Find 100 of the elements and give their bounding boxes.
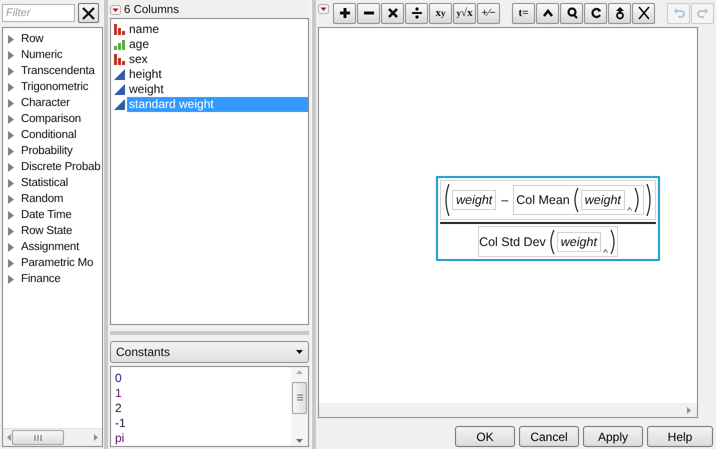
vertical-scrollbar[interactable] xyxy=(291,367,308,446)
scroll-thumb[interactable] xyxy=(292,382,308,414)
nominal-icon xyxy=(114,54,125,65)
expand-icon[interactable] xyxy=(8,242,14,252)
toolbar-button[interactable] xyxy=(560,2,584,24)
expand-icon[interactable] xyxy=(8,66,14,76)
filter-field[interactable]: Filter xyxy=(2,4,75,22)
continuous-icon xyxy=(114,98,125,110)
plus-icon xyxy=(338,6,351,20)
clear-button[interactable] xyxy=(78,3,99,23)
parenthesis-icon xyxy=(572,186,579,212)
expand-icon[interactable] xyxy=(8,178,14,188)
dropdown-icon[interactable] xyxy=(110,4,121,15)
expand-icon[interactable] xyxy=(8,98,14,108)
function-group-item[interactable]: Row xyxy=(3,31,102,47)
expand-icon[interactable] xyxy=(8,162,14,172)
close-icon xyxy=(82,6,95,20)
dialog-button[interactable]: Cancel xyxy=(519,426,580,447)
toolbar-button[interactable]: +⁄− xyxy=(477,2,500,24)
grip-icon xyxy=(34,434,42,440)
dropdown-icon[interactable] xyxy=(318,4,330,14)
constant-item[interactable]: 0 xyxy=(114,371,292,386)
column-item[interactable]: sex xyxy=(126,52,150,67)
expand-icon[interactable] xyxy=(8,34,14,44)
toolbar-button[interactable] xyxy=(536,2,560,24)
function-group-item[interactable]: Conditional xyxy=(3,127,102,143)
function-group-item[interactable]: Row State xyxy=(3,223,102,239)
toolbar-button[interactable] xyxy=(584,2,608,24)
grip-icon xyxy=(296,394,303,401)
scroll-right-icon[interactable] xyxy=(687,406,692,414)
expand-icon[interactable] xyxy=(8,274,14,284)
toolbar-button[interactable] xyxy=(333,2,356,24)
function-group-item[interactable]: Trigonometric xyxy=(3,79,102,95)
function-group-item[interactable]: Parametric Mo xyxy=(3,255,102,271)
expand-icon[interactable] xyxy=(8,210,14,220)
nominal-icon xyxy=(114,24,125,35)
ordinal-icon xyxy=(114,38,125,50)
constant-item[interactable]: 1 xyxy=(114,386,292,401)
function-group-item[interactable]: Comparison xyxy=(3,111,102,127)
function-group-item[interactable]: Probability xyxy=(3,143,102,159)
function-name: Col Mean xyxy=(516,192,570,206)
insert-caret-icon xyxy=(602,248,608,252)
refresh-icon xyxy=(590,6,602,20)
function-group-item[interactable]: Finance xyxy=(3,271,102,287)
parenthesis-icon xyxy=(646,182,653,216)
scroll-down-icon[interactable] xyxy=(296,439,304,443)
minus-operator: – xyxy=(501,192,508,206)
function-group-item[interactable]: Discrete Probab xyxy=(3,159,102,175)
column-item[interactable]: age xyxy=(126,36,152,52)
expand-icon[interactable] xyxy=(8,194,14,204)
constant-item[interactable]: -1 xyxy=(114,416,292,431)
function-group-item[interactable]: Statistical xyxy=(3,175,102,191)
function-name: Col Std Dev xyxy=(479,234,546,248)
column-item[interactable]: height xyxy=(126,66,164,82)
redo-icon xyxy=(696,6,709,20)
expand-icon[interactable] xyxy=(8,114,14,124)
column-item[interactable]: weight xyxy=(126,82,166,97)
dialog-button[interactable]: OK xyxy=(455,426,516,447)
column-item[interactable]: name xyxy=(126,22,162,37)
toolbar-button[interactable] xyxy=(357,2,380,24)
cross-icon xyxy=(638,6,650,20)
scroll-right-icon[interactable] xyxy=(94,434,98,441)
parenthesis-icon xyxy=(610,228,617,254)
loop-icon xyxy=(566,6,578,20)
expand-icon[interactable] xyxy=(8,130,14,140)
formula-box[interactable]: weight – Col Mean weight Col Std Dev weight xyxy=(436,176,660,260)
constant-item[interactable]: pi xyxy=(114,431,292,446)
function-group-item[interactable]: Random xyxy=(3,191,102,207)
toolbar-button[interactable] xyxy=(381,2,404,24)
function-group-item[interactable]: Assignment xyxy=(3,239,102,255)
insert-caret-icon xyxy=(626,206,632,210)
expand-icon[interactable] xyxy=(8,146,14,156)
dialog-button[interactable]: Help xyxy=(647,426,714,447)
dropdown-arrow-icon xyxy=(296,350,304,354)
continuous-icon xyxy=(114,84,125,95)
parenthesis-icon xyxy=(443,182,450,216)
toolbar-button[interactable] xyxy=(405,2,428,24)
variable-field[interactable]: weight xyxy=(580,190,625,210)
expand-icon[interactable] xyxy=(8,50,14,60)
toolbar-button[interactable]: t= xyxy=(512,2,536,24)
arrow-up-icon xyxy=(614,6,626,20)
constant-item[interactable]: 2 xyxy=(114,401,292,416)
expand-icon[interactable] xyxy=(8,82,14,92)
variable-field[interactable]: weight xyxy=(556,232,601,252)
function-group-item[interactable]: Transcendenta xyxy=(3,63,102,79)
variable-field[interactable]: weight xyxy=(452,190,496,210)
parenthesis-icon xyxy=(548,228,555,254)
scroll-thumb[interactable] xyxy=(12,430,64,445)
expand-icon[interactable] xyxy=(8,258,14,268)
expand-icon[interactable] xyxy=(8,226,14,236)
toolbar-button[interactable] xyxy=(608,2,632,24)
multiply-icon xyxy=(386,6,399,20)
toolbar-button[interactable] xyxy=(632,2,656,24)
divide-icon xyxy=(410,6,423,20)
dialog-button[interactable]: Apply xyxy=(583,426,644,447)
function-group-item[interactable]: Character xyxy=(3,95,102,111)
function-group-item[interactable]: Date Time xyxy=(3,207,102,223)
horizontal-scrollbar[interactable] xyxy=(3,428,102,446)
constants-dropdown[interactable]: Constants xyxy=(110,341,310,363)
function-group-item[interactable]: Numeric xyxy=(3,47,102,63)
